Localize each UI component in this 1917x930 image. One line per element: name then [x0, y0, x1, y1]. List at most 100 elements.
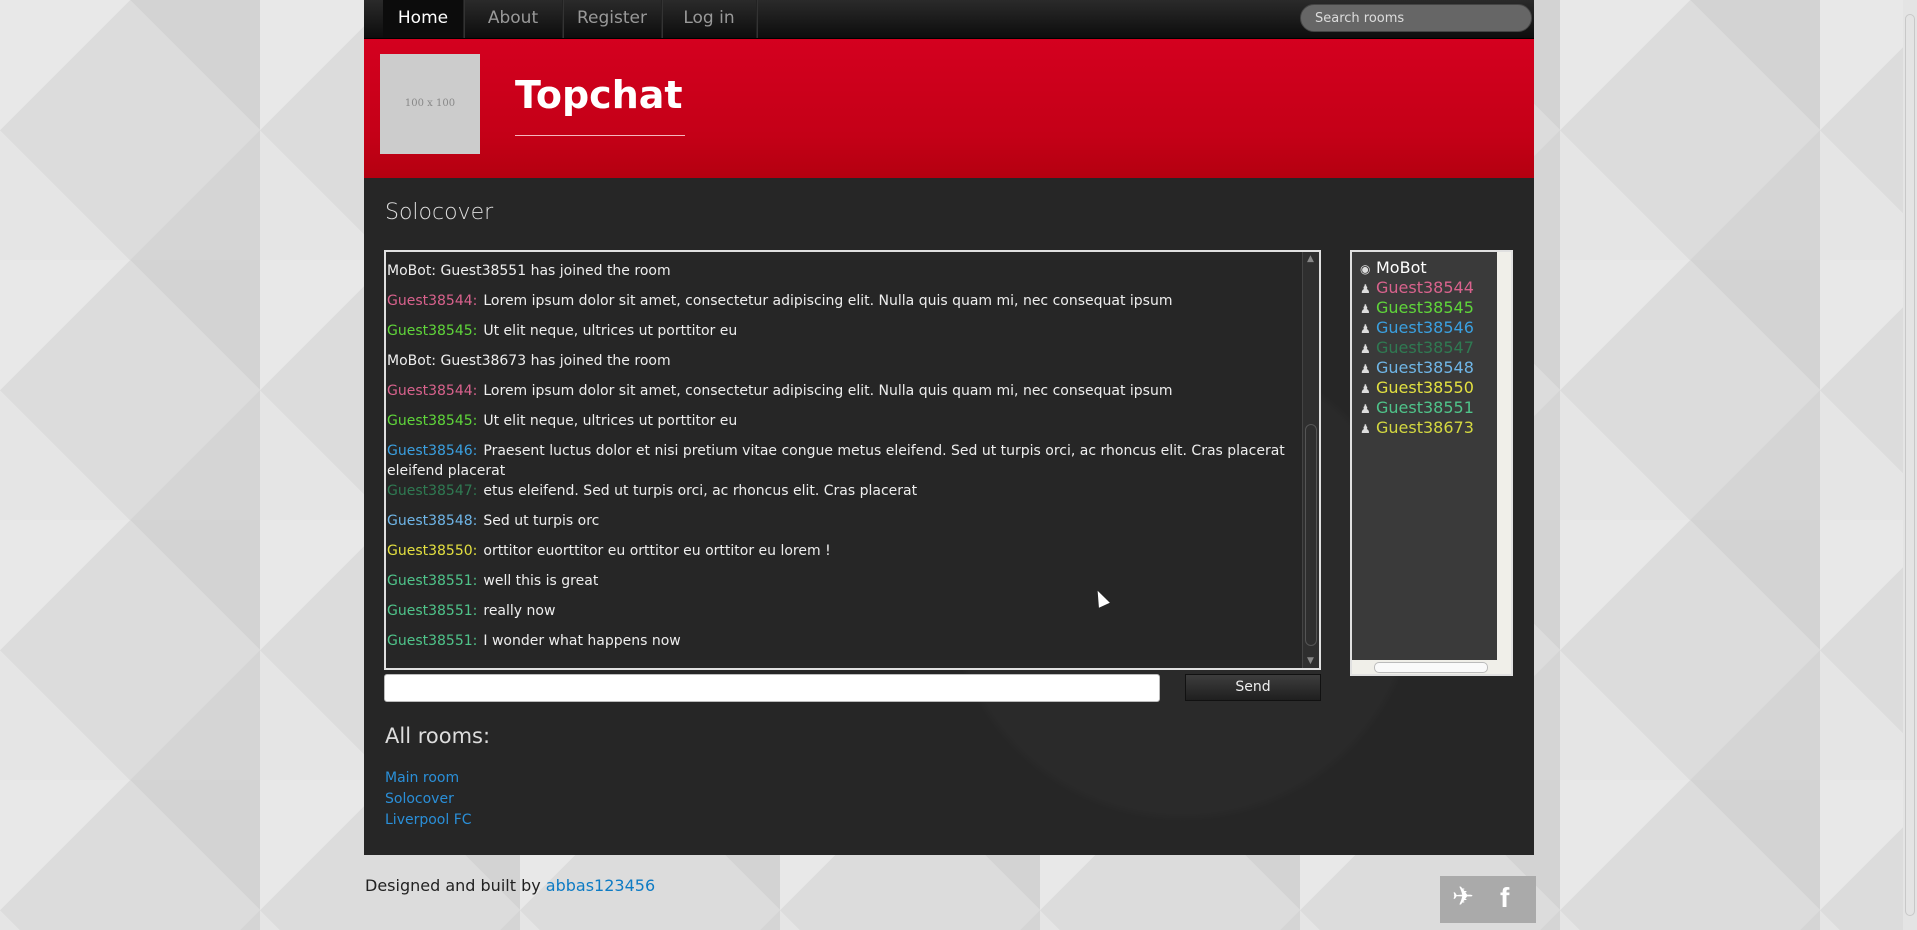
message-text: MoBot: Guest38673 has joined the room	[387, 353, 671, 369]
eye-icon: ◉	[1360, 262, 1371, 276]
chat-message: MoBot: Guest38673 has joined the room	[387, 351, 1293, 371]
search-rooms-input[interactable]: Search rooms	[1300, 4, 1532, 32]
user-list-vscrollbar[interactable]	[1497, 252, 1511, 660]
user-name: Guest38673	[1376, 418, 1474, 437]
message-text: Lorem ipsum dolor sit amet, consectetur …	[483, 293, 1173, 309]
message-username[interactable]: Guest38551:	[387, 633, 477, 649]
footer-text: Designed and built by	[365, 876, 541, 895]
user-name: Guest38550	[1376, 378, 1474, 397]
message-text: Ut elit neque, ultrices ut porttitor eu	[483, 323, 738, 339]
site-header: 100 x 100 Topchat	[364, 39, 1534, 178]
chat-message: Guest38545: Ut elit neque, ultrices ut po…	[387, 411, 1293, 431]
user-list-item[interactable]: ♟ Guest38547	[1360, 338, 1474, 359]
user-icon: ♟	[1360, 402, 1371, 416]
brand-title[interactable]: Topchat	[515, 73, 683, 117]
user-name: Guest38548	[1376, 358, 1474, 377]
page-container: Home About Register Log in Search rooms …	[364, 0, 1534, 855]
brand-underline	[515, 135, 685, 136]
user-list-item[interactable]: ♟ Guest38551	[1360, 398, 1474, 419]
chat-messages-box[interactable]: MoBot: Guest38551 has joined the room Gue…	[384, 250, 1321, 670]
nav-home[interactable]: Home	[383, 0, 464, 38]
user-list-item[interactable]: ◉ MoBot	[1360, 258, 1427, 279]
all-rooms-heading: All rooms:	[385, 724, 491, 748]
user-list-item[interactable]: ♟ Guest38545	[1360, 298, 1474, 319]
message-input[interactable]	[384, 674, 1160, 702]
user-name: Guest38551	[1376, 398, 1474, 417]
user-name: Guest38547	[1376, 338, 1474, 357]
user-list-item[interactable]: ♟ Guest38673	[1360, 418, 1474, 439]
user-icon: ♟	[1360, 302, 1371, 316]
message-text: Lorem ipsum dolor sit amet, consectetur …	[483, 383, 1173, 399]
message-username[interactable]: Guest38546:	[387, 443, 477, 459]
message-text: well this is great	[483, 573, 599, 589]
user-icon: ♟	[1360, 382, 1371, 396]
user-list-item[interactable]: ♟ Guest38546	[1360, 318, 1474, 339]
room-link-solocover[interactable]: Solocover	[385, 791, 454, 807]
user-list-item[interactable]: ♟ Guest38548	[1360, 358, 1474, 379]
message-text: Ut elit neque, ultrices ut porttitor eu	[483, 413, 738, 429]
message-text: etus eleifend. Sed ut turpis orci, ac rh…	[483, 483, 918, 499]
chat-message: Guest38546: Praesent luctus dolor et nisi…	[387, 441, 1293, 481]
message-username[interactable]: Guest38550:	[387, 543, 477, 559]
user-icon: ♟	[1360, 362, 1371, 376]
user-name: Guest38545	[1376, 298, 1474, 317]
chat-message: MoBot: Guest38551 has joined the room	[387, 261, 1293, 281]
chat-message: Guest38550: orttitor euorttitor eu orttit…	[387, 541, 1293, 561]
user-name: Guest38544	[1376, 278, 1474, 297]
nav-about[interactable]: About	[464, 0, 563, 38]
user-list: ◉ MoBot ♟ Guest38544 ♟ Guest38545 ♟ Guest38546 ♟…	[1352, 252, 1497, 660]
message-text: MoBot: Guest38551 has joined the room	[387, 263, 671, 279]
message-username[interactable]: Guest38547:	[387, 483, 477, 499]
scroll-down-icon[interactable]: ▼	[1307, 656, 1314, 666]
user-list-box[interactable]: ◉ MoBot ♟ Guest38544 ♟ Guest38545 ♟ Guest38546 ♟…	[1350, 250, 1513, 676]
message-username[interactable]: Guest38551:	[387, 603, 477, 619]
message-text: I wonder what happens now	[483, 633, 681, 649]
message-username[interactable]: Guest38545:	[387, 413, 477, 429]
facebook-icon[interactable]: f	[1500, 882, 1509, 914]
user-list-hscrollbar[interactable]	[1352, 660, 1511, 674]
user-icon: ♟	[1360, 322, 1371, 336]
user-icon: ♟	[1360, 342, 1371, 356]
message-username[interactable]: Guest38551:	[387, 573, 477, 589]
user-icon: ♟	[1360, 422, 1371, 436]
page-scroll-thumb[interactable]	[1905, 14, 1915, 916]
nav-login[interactable]: Log in	[662, 0, 757, 38]
twitter-icon[interactable]: ✈	[1452, 882, 1474, 912]
author-link[interactable]: abbas123456	[546, 876, 655, 895]
chat-message: Guest38544: Lorem ipsum dolor sit amet, c…	[387, 381, 1293, 401]
logo-placeholder: 100 x 100	[380, 54, 480, 154]
room-link-main[interactable]: Main room	[385, 770, 459, 786]
message-username[interactable]: Guest38545:	[387, 323, 477, 339]
room-link-liverpool[interactable]: Liverpool FC	[385, 812, 472, 828]
chat-message: Guest38551: really now	[387, 601, 1293, 621]
message-username[interactable]: Guest38548:	[387, 513, 477, 529]
chat-message: Guest38551: well this is great	[387, 571, 1293, 591]
top-navbar: Home About Register Log in Search rooms	[364, 0, 1534, 39]
message-text: orttitor euorttitor eu orttitor eu ortti…	[483, 543, 831, 559]
page-scrollbar[interactable]	[1903, 0, 1917, 930]
room-title: Solocover	[385, 200, 494, 225]
chat-message: Guest38548: Sed ut turpis orc	[387, 511, 1293, 531]
message-text: Praesent luctus dolor et nisi pretium vi…	[387, 443, 1285, 479]
scroll-thumb[interactable]	[1305, 424, 1317, 646]
nav-register[interactable]: Register	[563, 0, 662, 38]
message-text: really now	[483, 603, 556, 619]
message-username[interactable]: Guest38544:	[387, 383, 477, 399]
scroll-up-icon[interactable]: ▲	[1307, 254, 1314, 264]
user-list-item[interactable]: ♟ Guest38550	[1360, 378, 1474, 399]
chat-message: Guest38544: Lorem ipsum dolor sit amet, c…	[387, 291, 1293, 311]
message-text: Sed ut turpis orc	[483, 513, 600, 529]
user-name: MoBot	[1376, 258, 1427, 277]
user-name: Guest38546	[1376, 318, 1474, 337]
user-icon: ♟	[1360, 282, 1371, 296]
main-content: Solocover MoBot: Guest38551 has joined t…	[364, 178, 1534, 855]
footer-credit: Designed and built by abbas123456	[365, 876, 655, 895]
chat-message: Guest38551: I wonder what happens now	[387, 631, 1293, 651]
social-buttons: ✈ f	[1440, 876, 1536, 923]
chat-message: Guest38547: etus eleifend. Sed ut turpis …	[387, 481, 1293, 501]
chat-scrollbar[interactable]: ▲ ▼	[1302, 252, 1319, 668]
hscroll-thumb[interactable]	[1374, 662, 1488, 673]
send-button[interactable]: Send	[1185, 674, 1321, 701]
user-list-item[interactable]: ♟ Guest38544	[1360, 278, 1474, 299]
message-username[interactable]: Guest38544:	[387, 293, 477, 309]
